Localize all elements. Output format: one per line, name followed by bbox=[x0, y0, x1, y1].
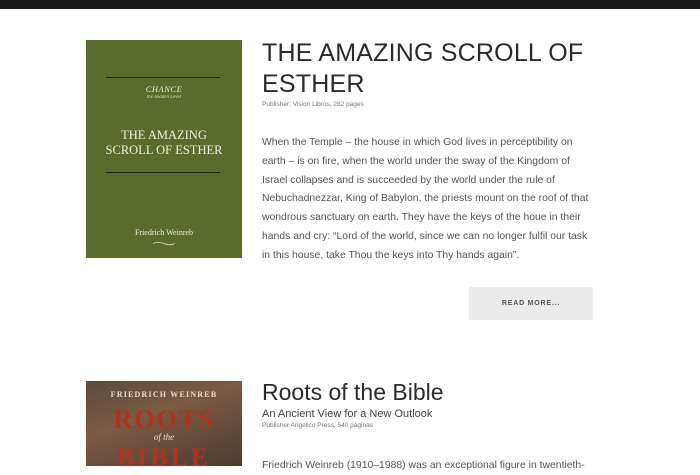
cover-rule-bottom bbox=[106, 172, 220, 173]
book-description: When the Temple – the house in which God… bbox=[262, 137, 589, 261]
cover-title-line2: BIBLE bbox=[116, 443, 212, 466]
read-more-button[interactable]: READ MORE... bbox=[469, 287, 593, 320]
cover-author: Friedrich Weinreb bbox=[134, 228, 194, 237]
cover-title: THE AMAZING SCROLL OF ESTHER bbox=[94, 128, 234, 158]
book-cover-esther[interactable]: CHANCE the Hidden Level THE AMAZING SCRO… bbox=[86, 40, 242, 258]
cover-series: CHANCE bbox=[145, 84, 183, 94]
cover-title-line1: THE AMAZING bbox=[121, 128, 207, 142]
cover-title-line2: SCROLL OF ESTHER bbox=[105, 143, 223, 157]
book-cover-roots[interactable]: FRIEDRICH WEINREB ROOTS of the BIBLE bbox=[86, 381, 242, 466]
book-description: Friedrich Weinreb (1910–1988) was an exc… bbox=[262, 460, 585, 471]
top-bar bbox=[0, 0, 700, 9]
cover-author: FRIEDRICH WEINREB bbox=[110, 390, 218, 399]
book-subtitle: An Ancient View for a New Outlook bbox=[262, 408, 433, 420]
book-title[interactable]: THE AMAZING SCROLL OF ESTHER bbox=[262, 38, 592, 100]
book-publisher: Publisher: Vision Libros, 282 pages bbox=[262, 101, 364, 108]
cover-title-mid: of the bbox=[153, 432, 175, 442]
ornament-icon bbox=[152, 241, 176, 246]
book-publisher: Publisher Angelico Press, 540 páginas bbox=[262, 422, 373, 429]
cover-series-sub: the Hidden Level bbox=[146, 95, 182, 100]
cover-rule-top bbox=[106, 77, 220, 78]
book-title[interactable]: Roots of the Bible bbox=[262, 379, 444, 406]
cover-title-line1: ROOTS bbox=[113, 405, 215, 434]
